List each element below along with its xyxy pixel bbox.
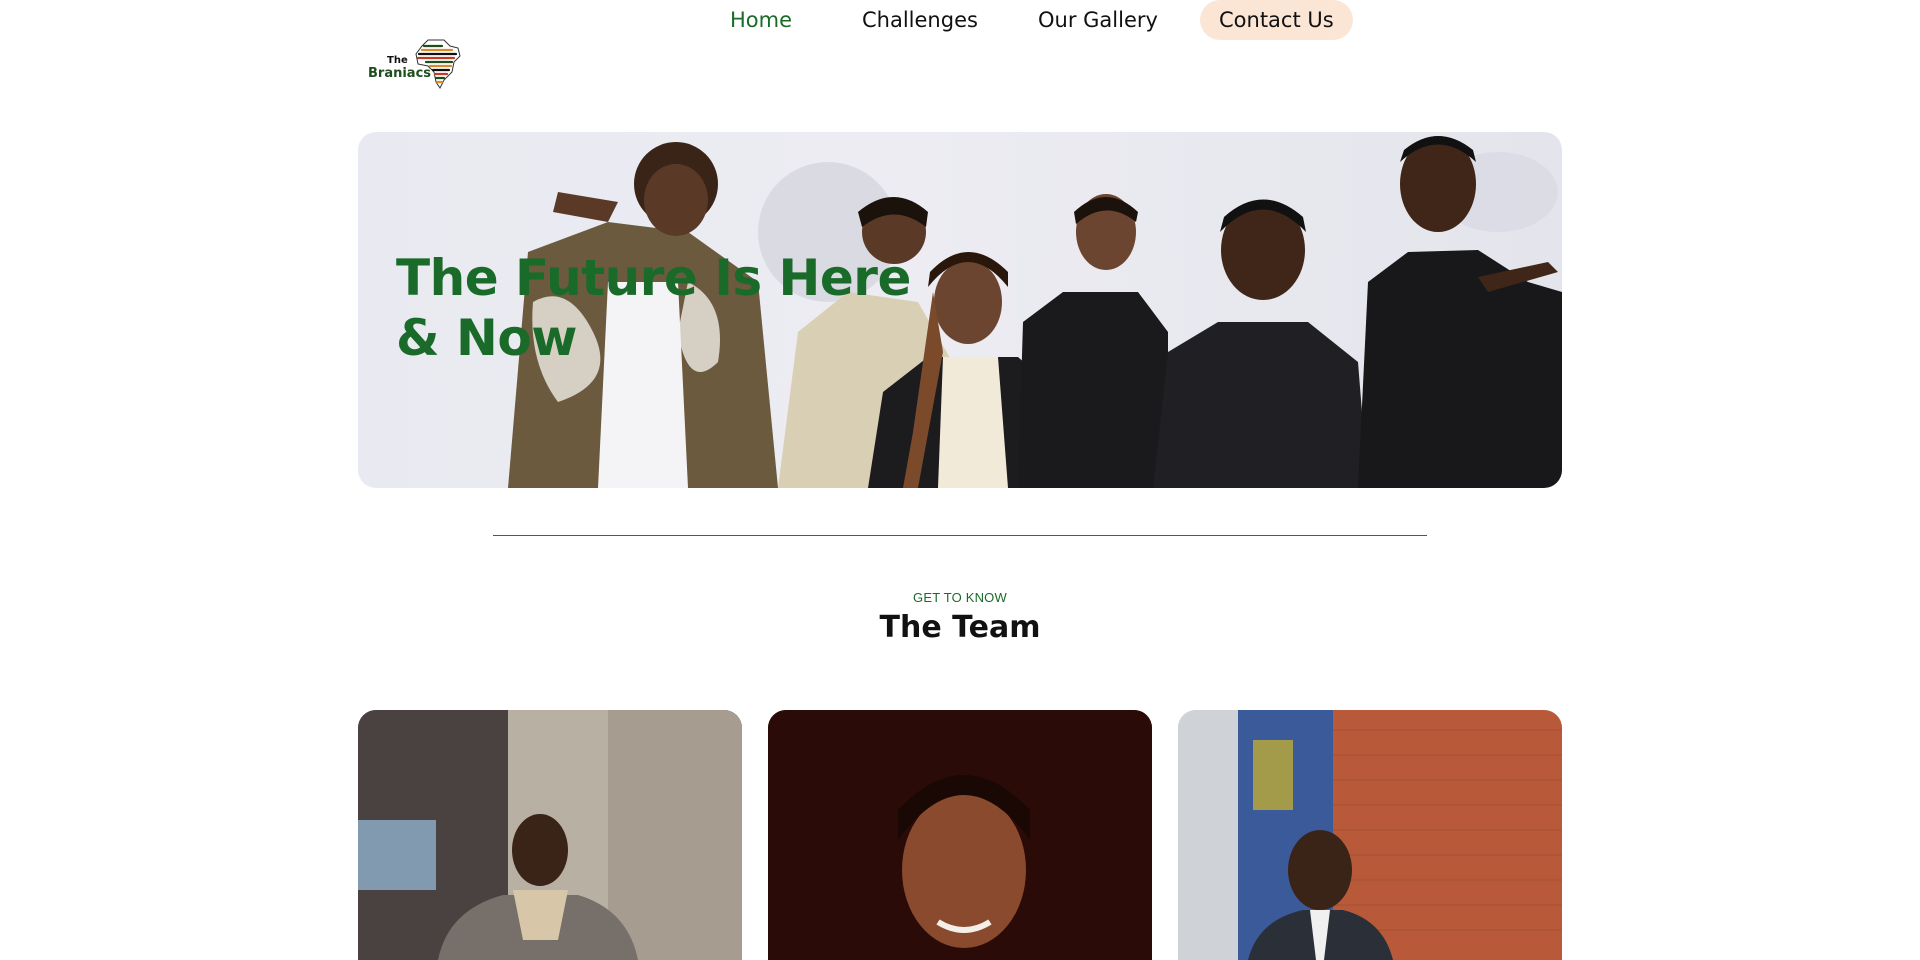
africa-map-icon	[415, 39, 461, 89]
team-member-photo	[358, 710, 742, 960]
team-member-card[interactable]	[358, 710, 742, 960]
site-logo[interactable]: The Braniacs	[368, 36, 468, 92]
team-member-photo	[768, 710, 1152, 960]
nav-gallery-link[interactable]: Our Gallery	[1038, 0, 1158, 40]
team-member-card[interactable]	[1178, 710, 1562, 960]
team-eyebrow: GET TO KNOW	[913, 590, 1007, 605]
team-section-title: The Team	[879, 610, 1041, 645]
nav-home-link[interactable]: Home	[730, 0, 792, 40]
nav-contact-button[interactable]: Contact Us	[1200, 0, 1353, 40]
team-member-photo	[1178, 710, 1562, 960]
hero-banner: The Future Is Here & Now	[358, 132, 1562, 488]
nav-challenges-link[interactable]: Challenges	[862, 0, 978, 40]
hero-title: The Future Is Here & Now	[396, 249, 911, 367]
section-divider	[493, 535, 1427, 536]
team-member-card[interactable]	[768, 710, 1152, 960]
